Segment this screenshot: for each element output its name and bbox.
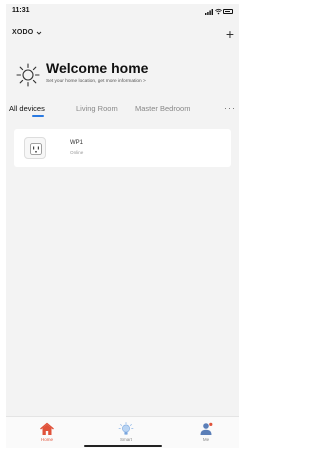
app-screen: 11:31 XODO + Welcome home Set your home …	[6, 4, 239, 448]
home-icon	[40, 422, 54, 435]
sun-icon	[16, 63, 40, 87]
tab-living-room[interactable]: Living Room	[76, 104, 118, 113]
device-thumbnail	[24, 137, 46, 159]
status-time: 11:31	[12, 7, 30, 14]
set-location-link[interactable]: Set your home location, get more informa…	[46, 79, 146, 84]
user-icon	[200, 422, 213, 435]
home-selector[interactable]: XODO	[12, 29, 42, 36]
status-bar: 11:31	[6, 4, 239, 20]
more-icon[interactable]: ···	[224, 103, 236, 113]
nav-home-label: Home	[40, 437, 53, 442]
device-card-wp1[interactable]: WP1 Online	[14, 129, 231, 167]
home-indicator	[84, 445, 162, 447]
device-name: WP1	[70, 140, 84, 146]
nav-smart[interactable]: Smart	[106, 420, 146, 446]
bottom-navigation: Home Smart Me	[6, 416, 239, 448]
status-icons	[205, 8, 233, 16]
home-header: XODO +	[6, 26, 239, 42]
nav-me[interactable]: Me	[186, 420, 226, 446]
wifi-icon	[215, 8, 222, 15]
signal-icon	[205, 9, 213, 15]
tab-all-devices[interactable]: All devices	[9, 104, 45, 113]
battery-icon	[223, 9, 233, 14]
nav-smart-label: Smart	[119, 437, 132, 442]
welcome-banner: Welcome home Set your home location, get…	[16, 60, 239, 94]
tab-fade	[202, 102, 224, 116]
nav-home[interactable]: Home	[27, 420, 67, 446]
smart-plug-icon	[30, 143, 42, 155]
nav-me-label: Me	[202, 437, 210, 442]
device-status: Online	[70, 150, 84, 155]
home-name: XODO	[12, 29, 34, 36]
chevron-down-icon	[37, 31, 42, 35]
active-tab-indicator	[32, 115, 44, 117]
smart-bulb-icon	[118, 422, 134, 435]
add-device-button[interactable]: +	[226, 26, 234, 42]
welcome-title: Welcome home	[46, 60, 149, 76]
room-tabs: All devices Living Room Master Bedroom ·…	[6, 102, 239, 118]
